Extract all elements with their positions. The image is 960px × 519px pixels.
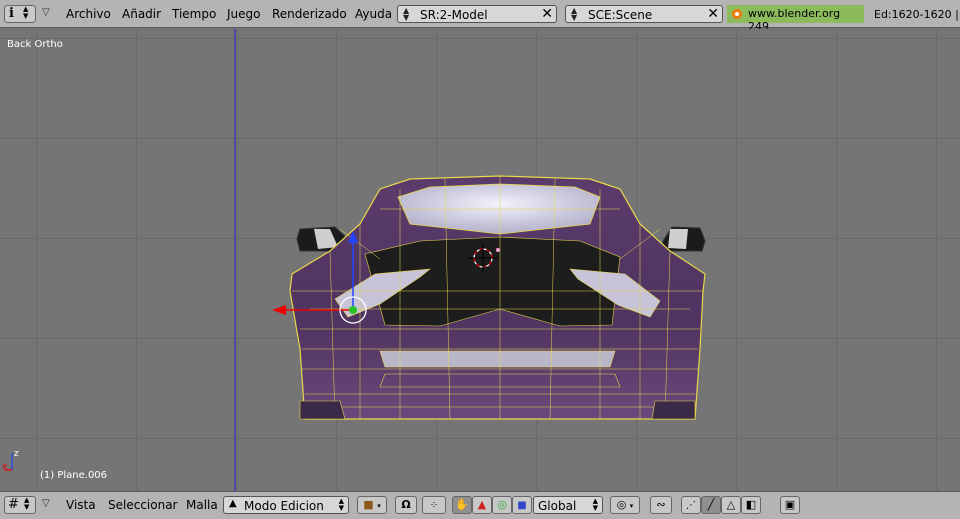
orientation-select[interactable]: Global ▲ ▼ — [533, 496, 603, 514]
blender-logo-icon — [732, 9, 742, 19]
stats-text: Ed:1620-1620 | — [874, 8, 959, 21]
scene-name[interactable]: SCE:Scene — [588, 8, 652, 22]
menu-arrow-icon[interactable]: ▽ — [42, 7, 50, 18]
snap-button[interactable]: ⁘ — [422, 496, 446, 514]
layer-lock-button[interactable]: ∾ — [650, 496, 672, 514]
rotate-button[interactable]: ◎ — [492, 496, 512, 514]
scene-selector[interactable]: ▲ ▼ SCE:Scene ✕ — [565, 5, 723, 23]
object-label: (1) Plane.006 — [40, 470, 108, 481]
snap-icon: ⁘ — [429, 500, 439, 511]
axis-x-label: x — [2, 462, 8, 472]
menu-malla[interactable]: Malla — [186, 498, 218, 512]
menu-juego[interactable]: Juego — [227, 7, 261, 21]
menu-vista[interactable]: Vista — [66, 498, 96, 512]
occlude-icon: ◧ — [745, 498, 757, 511]
screen-name[interactable]: SR:2-Model — [420, 8, 488, 22]
updown-icon: ▲ ▼ — [23, 5, 29, 20]
object-icon: ■ — [363, 498, 374, 511]
face-select-icon: △ — [726, 498, 736, 511]
manipulator-toggle-button[interactable]: ✋ — [452, 496, 472, 514]
updown-icon: ▾ — [629, 502, 634, 510]
updown-icon: ▲ ▼ — [338, 497, 344, 512]
updown-icon: ▲ ▼ — [571, 6, 578, 22]
editor-type-button[interactable]: i ▲ ▼ — [4, 5, 36, 23]
menu-anadir[interactable]: Añadir — [122, 7, 161, 21]
menu-archivo[interactable]: Archivo — [66, 7, 111, 21]
scale-button[interactable]: ■ — [512, 496, 532, 514]
edge-select-icon: ╱ — [707, 498, 715, 511]
3d-view-header: # ▲ ▼ ▽ Vista Seleccionar Malla ▲ Modo Ed… — [0, 491, 960, 519]
magnet-icon: Ω — [401, 498, 411, 511]
face-select-button[interactable]: △ — [721, 496, 741, 514]
menu-ayuda[interactable]: Ayuda — [355, 7, 392, 21]
editor-type-button[interactable]: # ▲ ▼ — [4, 496, 36, 514]
screen-selector[interactable]: ▲ ▼ SR:2-Model ✕ — [397, 5, 557, 23]
info-header: i ▲ ▼ ▽ Archivo Añadir Tiempo Juego Rende… — [0, 0, 960, 33]
object-origin — [496, 248, 500, 252]
updown-icon: ▲ ▼ — [403, 6, 410, 22]
occlude-button[interactable]: ◧ — [741, 496, 761, 514]
info-icon: i — [9, 6, 14, 21]
3d-viewport[interactable]: Back Ortho (1) Plane.006 z x — [0, 29, 960, 491]
mode-select[interactable]: ▲ Modo Edicion ▲ ▼ — [223, 496, 349, 514]
hand-icon: ✋ — [455, 498, 469, 511]
circle-icon: ◎ — [497, 498, 507, 511]
viewport-canvas — [0, 29, 960, 491]
orientation-value: Global — [538, 499, 577, 513]
updown-icon: ▲ ▼ — [24, 496, 30, 511]
menu-renderizado[interactable]: Renderizado — [272, 7, 347, 21]
translate-button[interactable]: ▲ — [472, 496, 492, 514]
proportional-edit-button[interactable]: Ω — [395, 496, 417, 514]
render-preview-button[interactable]: ▣ — [780, 496, 800, 514]
site-badge[interactable]: www.blender.org 249 — [727, 5, 864, 33]
view-label: Back Ortho — [7, 39, 63, 50]
pivot-button[interactable]: ◎ ▾ — [610, 496, 640, 514]
axis-z-label: z — [14, 449, 19, 459]
edit-mode-icon: ▲ — [229, 498, 237, 509]
menu-tiempo[interactable]: Tiempo — [172, 7, 216, 21]
draw-type-button[interactable]: ■ ▾ — [357, 496, 387, 514]
mode-select-value: Modo Edicion — [244, 499, 324, 513]
menu-arrow-icon[interactable]: ▽ — [42, 498, 50, 509]
vertex-select-button[interactable]: ⋰ — [681, 496, 701, 514]
edge-select-button[interactable]: ╱ — [701, 496, 721, 514]
square-icon: ■ — [517, 500, 527, 511]
updown-icon: ▾ — [377, 502, 381, 510]
grid-icon: # — [8, 497, 19, 512]
vertex-select-icon: ⋰ — [686, 500, 696, 511]
pivot-icon: ◎ — [616, 498, 627, 511]
link-icon: ∾ — [656, 498, 666, 511]
updown-icon: ▲ ▼ — [592, 497, 598, 512]
triangle-icon: ▲ — [477, 498, 487, 511]
menu-seleccionar[interactable]: Seleccionar — [108, 498, 177, 512]
close-icon[interactable]: ✕ — [541, 6, 553, 22]
close-icon[interactable]: ✕ — [707, 6, 719, 22]
render-icon: ▣ — [784, 498, 796, 511]
